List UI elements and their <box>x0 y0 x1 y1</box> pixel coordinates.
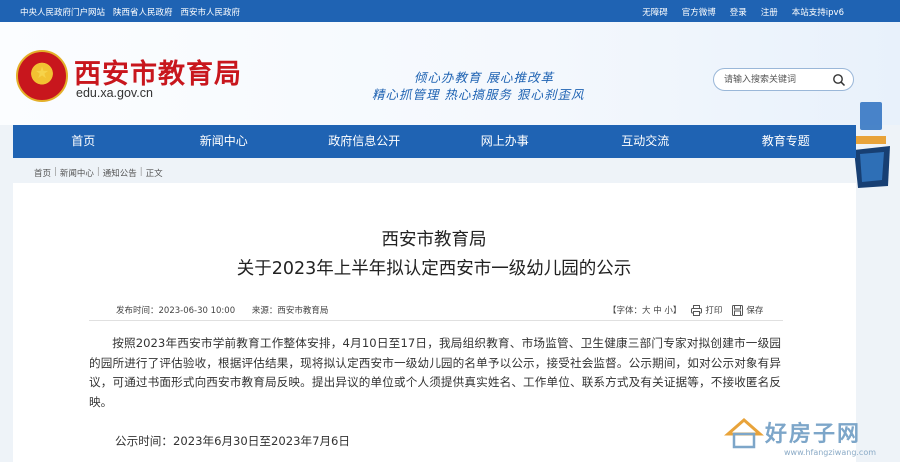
article-source: 来源：西安市教育局 <box>251 306 329 316</box>
ipv6-badge: 本站支持ipv6 <box>791 8 844 18</box>
house-logo-icon <box>724 418 764 449</box>
breadcrumb-separator: | <box>139 167 143 177</box>
watermark-text: 好房子网 <box>765 421 862 447</box>
site-domain: edu.xa.gov.cn <box>76 86 153 100</box>
print-button[interactable]: 打印 <box>691 304 722 316</box>
publicity-period: 公示时间：2023年6月30日至2023年7月6日 <box>115 434 351 448</box>
user-links: 无障碍 官方微博 登录 注册 本站支持ipv6 <box>642 6 844 18</box>
breadcrumb-notices[interactable]: 通知公告 <box>103 167 137 179</box>
nav-home[interactable]: 首页 <box>13 125 154 158</box>
breadcrumb: 首页 | 新闻中心 | 通知公告 | 正文 <box>34 167 163 179</box>
site-header: ★ 西安市教育局 edu.xa.gov.cn 倾心办教育 展心推改革 精心抓管理… <box>0 22 900 125</box>
save-label: 保存 <box>746 306 764 316</box>
nav-news[interactable]: 新闻中心 <box>154 125 295 158</box>
national-emblem-icon: ★ <box>16 50 68 102</box>
meta-divider <box>89 320 783 321</box>
slogan-line-2: 精心抓管理 热心搞服务 狠心刹歪风 <box>372 87 585 102</box>
search-box <box>713 68 854 91</box>
link-central-gov[interactable]: 中央人民政府门户网站 <box>20 6 105 18</box>
nav-interaction[interactable]: 互动交流 <box>575 125 716 158</box>
article-body: 按照2023年西安市学前教育工作整体安排，4月10日至17日，我局组织教育、市场… <box>89 336 781 409</box>
save-button[interactable]: 保存 <box>732 304 763 316</box>
breadcrumb-current: 正文 <box>145 169 163 179</box>
login-link[interactable]: 登录 <box>730 6 747 18</box>
print-label: 打印 <box>705 306 723 316</box>
main-nav: 首页 新闻中心 政府信息公开 网上办事 互动交流 教育专题 <box>13 125 856 158</box>
save-icon <box>732 304 744 316</box>
nav-education-topics[interactable]: 教育专题 <box>716 125 857 158</box>
link-shaanxi-gov[interactable]: 陕西省人民政府 <box>113 6 173 18</box>
top-utility-bar: 中央人民政府门户网站 陕西省人民政府 西安市人民政府 无障碍 官方微博 登录 注… <box>0 0 900 22</box>
printer-icon <box>691 304 703 316</box>
search-input[interactable] <box>724 73 829 87</box>
watermark-url: www.hfangziwang.com <box>784 448 877 457</box>
publish-time: 发布时间：2023-06-30 10:00 <box>116 306 236 316</box>
article-meta: 发布时间：2023-06-30 10:00 来源：西安市教育局 <box>116 304 342 316</box>
breadcrumb-home[interactable]: 首页 <box>34 167 51 179</box>
nav-online-services[interactable]: 网上办事 <box>435 125 576 158</box>
article-title-org: 西安市教育局 <box>381 230 487 250</box>
article-tools: 【字体：大 中 小】 打印 保存 <box>608 304 763 316</box>
article-title: 关于2023年上半年拟认定西安市一级幼儿园的公示 <box>236 259 632 279</box>
watermark: 好房子网 www.hfangziwang.com <box>722 410 897 462</box>
register-link[interactable]: 注册 <box>761 6 778 18</box>
link-xian-gov[interactable]: 西安市人民政府 <box>181 6 241 18</box>
breadcrumb-news[interactable]: 新闻中心 <box>60 167 94 179</box>
nav-gov-info[interactable]: 政府信息公开 <box>294 125 435 158</box>
accessibility-link[interactable]: 无障碍 <box>642 6 668 18</box>
gov-links: 中央人民政府门户网站 陕西省人民政府 西安市人民政府 <box>20 6 240 18</box>
font-size-switcher[interactable]: 【字体：大 中 小】 <box>608 304 681 316</box>
breadcrumb-separator: | <box>96 167 100 177</box>
decorative-books-icon <box>854 102 890 188</box>
search-icon[interactable] <box>832 73 846 87</box>
breadcrumb-separator: | <box>54 167 57 177</box>
weibo-link[interactable]: 官方微博 <box>682 6 716 18</box>
